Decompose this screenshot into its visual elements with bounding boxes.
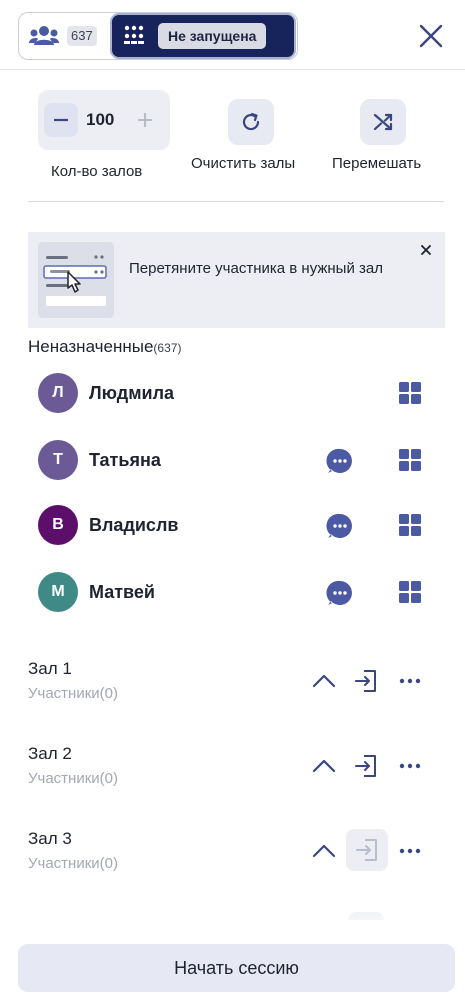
unassigned-label: Неназначенные	[28, 337, 154, 356]
decrement-button[interactable]	[44, 103, 78, 137]
minus-icon	[54, 118, 68, 122]
assign-room-icon[interactable]	[398, 381, 422, 405]
room-participants: Участники(0)	[28, 855, 118, 872]
participant-row[interactable]: Л Людмила	[28, 367, 445, 419]
participant-row[interactable]: Т Татьяна	[28, 434, 445, 486]
enter-room-button[interactable]	[346, 829, 388, 871]
room-participants: Участники(0)	[28, 770, 118, 787]
breakout-rooms-icon	[124, 25, 144, 44]
avatar: В	[38, 505, 78, 545]
tab-group: 637 Не запущена	[18, 12, 298, 60]
halls-stepper: 100	[38, 90, 170, 150]
increment-button[interactable]	[128, 103, 162, 137]
clear-halls-button[interactable]	[228, 99, 274, 145]
chat-icon[interactable]	[326, 447, 354, 475]
avatar: Т	[38, 440, 78, 480]
room-item[interactable]: Зал 1 Участники(0)	[28, 659, 445, 719]
room-name: Зал 3	[28, 829, 72, 848]
shuffle-label: Перемешать	[332, 155, 422, 172]
room-name: Зал 1	[28, 659, 72, 678]
more-icon[interactable]	[396, 752, 424, 780]
enter-icon	[355, 755, 376, 777]
participant-name: Людмила	[89, 383, 175, 403]
tab-participants[interactable]: 637	[29, 22, 97, 50]
shuffle-button[interactable]	[360, 99, 406, 145]
unassigned-count: (637)	[153, 341, 182, 355]
participant-name: Матвей	[89, 582, 155, 602]
more-icon[interactable]	[396, 667, 424, 695]
close-hint-icon[interactable]	[418, 242, 434, 258]
assign-room-icon[interactable]	[398, 448, 422, 472]
chevron-up-icon[interactable]	[310, 837, 338, 865]
room-name: Зал 2	[28, 744, 72, 763]
avatar: Л	[38, 373, 78, 413]
scroll-fade	[0, 905, 465, 935]
halls-count-value[interactable]: 100	[86, 110, 114, 130]
header: 637 Не запущена	[0, 0, 465, 70]
status-badge: Не запущена	[158, 23, 267, 49]
clear-halls-label: Очистить залы	[191, 155, 296, 172]
chevron-up-icon[interactable]	[310, 667, 338, 695]
close-icon[interactable]	[417, 22, 445, 50]
participant-row[interactable]: М Матвей	[28, 566, 445, 618]
chevron-up-icon[interactable]	[310, 752, 338, 780]
participant-name: Татьяна	[89, 450, 161, 470]
users-icon	[29, 26, 59, 45]
unassigned-title: Неназначенные(637)	[28, 337, 181, 357]
refresh-icon	[242, 112, 260, 131]
assign-room-icon[interactable]	[398, 580, 422, 604]
room-item[interactable]: Зал 3 Участники(0)	[28, 829, 445, 889]
enter-room-button[interactable]	[348, 663, 384, 699]
chat-icon[interactable]	[326, 579, 354, 607]
drag-illustration	[38, 242, 114, 318]
chat-icon[interactable]	[326, 512, 354, 540]
enter-icon	[356, 839, 377, 861]
hall-controls: 100 Кол-во залов Очистить залы Перемешат…	[0, 90, 465, 200]
enter-room-button[interactable]	[348, 748, 384, 784]
participant-row[interactable]: В Владислв	[28, 499, 445, 551]
more-icon[interactable]	[396, 837, 424, 865]
assign-room-icon[interactable]	[398, 513, 422, 537]
room-item[interactable]: Зал 2 Участники(0)	[28, 744, 445, 804]
enter-icon	[355, 670, 376, 692]
start-session-button[interactable]: Начать сессию	[18, 944, 455, 992]
participant-name: Владислв	[89, 515, 179, 535]
halls-count-label: Кол-во залов	[51, 163, 143, 180]
tab-breakout-status[interactable]: Не запущена	[110, 13, 296, 59]
participants-count-badge: 637	[67, 26, 97, 46]
shuffle-icon	[373, 113, 393, 131]
plus-icon	[138, 113, 152, 127]
avatar: М	[38, 572, 78, 612]
drag-hint-banner: Перетяните участника в нужный зал	[28, 232, 445, 328]
divider	[28, 201, 444, 202]
room-participants: Участники(0)	[28, 685, 118, 702]
drag-hint-text: Перетяните участника в нужный зал	[129, 260, 383, 277]
